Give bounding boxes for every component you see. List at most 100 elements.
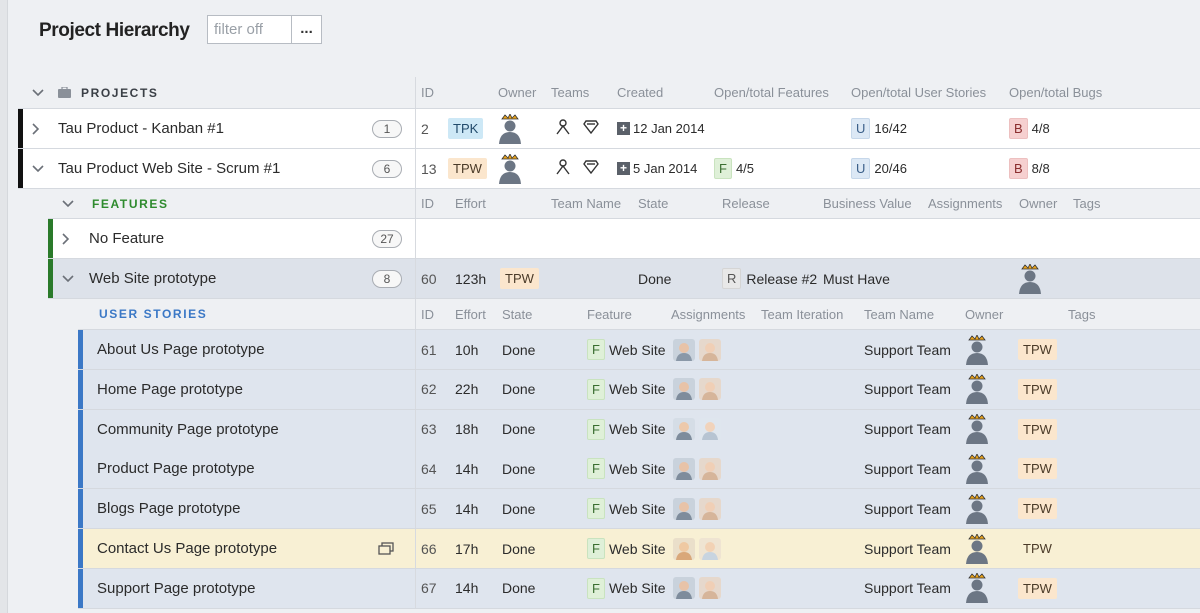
column-header[interactable]: Owner [965,299,1003,329]
project-row[interactable]: Tau Product Web Site - Scrum #1 6 13 TPW +5 … [18,149,1200,189]
feature-name[interactable]: No Feature [89,219,164,258]
user-story-name[interactable]: Contact Us Page prototype [97,529,277,568]
owner-avatar-icon[interactable] [964,452,990,484]
column-header[interactable]: Release [722,189,770,218]
tester-avatar[interactable] [699,378,721,401]
owner-cell [964,569,990,608]
tester-avatar[interactable] [699,537,721,560]
user-story-name[interactable]: About Us Page prototype [97,330,265,369]
owner-avatar-icon[interactable] [1017,262,1043,294]
chevron-down-icon[interactable] [62,189,76,218]
open-popup-icon[interactable] [378,529,394,568]
chevron-right-icon[interactable] [32,109,46,148]
column-header[interactable]: Teams [551,77,589,108]
tester-avatar[interactable] [699,457,721,480]
owner-avatar-icon[interactable] [964,413,990,445]
team-person-icon[interactable] [555,119,571,138]
column-header[interactable]: State [638,189,668,218]
user-story-row[interactable]: About Us Page prototype 61 10h Done F Web Sit… [78,330,1200,370]
owner-avatar-icon[interactable] [964,333,990,365]
column-header[interactable]: Tags [1073,189,1100,218]
tag-badge[interactable]: TPW [1018,418,1057,440]
developer-avatar[interactable] [673,457,695,480]
chevron-down-icon[interactable] [32,77,46,108]
feature-row[interactable]: No Feature 27 [48,219,1200,259]
column-header[interactable]: Team Name [551,189,621,218]
team-super-icon[interactable] [583,120,599,137]
feature-row[interactable]: Web Site prototype 8 60 123h TPW Done R Release… [48,259,1200,299]
developer-avatar[interactable] [673,497,695,520]
owner-avatar-icon[interactable] [497,112,523,144]
tag-badge[interactable]: TPW [1018,577,1057,599]
user-story-effort: 14h [455,460,479,477]
chevron-down-icon[interactable] [32,149,46,188]
developer-avatar[interactable] [673,338,695,361]
plus-icon[interactable]: + [617,162,630,175]
user-story-row[interactable]: Blogs Page prototype 65 14h Done F Web Site Su… [78,489,1200,530]
tester-avatar[interactable] [699,497,721,520]
user-story-name[interactable]: Home Page prototype [97,370,243,409]
developer-avatar[interactable] [673,537,695,560]
column-header[interactable]: Created [617,77,663,108]
tester-avatar[interactable] [699,577,721,600]
chevron-down-icon[interactable] [62,259,76,298]
owner-avatar-icon[interactable] [964,492,990,524]
developer-avatar[interactable] [673,577,695,600]
projects-header-row[interactable]: PROJECTS ID Owner Teams Created Open/total Fe… [18,77,1200,109]
user-story-row[interactable]: Home Page prototype 62 22h Done F Web Site Sup… [78,369,1200,410]
tag-badge[interactable]: TPW [1018,498,1057,520]
project-row[interactable]: Tau Product - Kanban #1 1 2 TPK +12 Jan 2014… [18,109,1200,149]
team-super-icon[interactable] [583,160,599,177]
plus-icon[interactable]: + [617,122,630,135]
more-options-button[interactable]: ... [291,15,322,44]
owner-cell [964,410,990,449]
owner-avatar-icon[interactable] [964,532,990,564]
user-story-name[interactable]: Blogs Page prototype [97,489,240,528]
column-header[interactable]: Assignments [928,189,1002,218]
user-story-name[interactable]: Community Page prototype [97,410,279,449]
column-header[interactable]: Team Iteration [761,299,843,329]
chevron-right-icon[interactable] [62,219,76,258]
column-header[interactable]: Open/total User Stories [851,77,986,108]
column-header[interactable]: Feature [587,299,632,329]
user-story-row[interactable]: Support Page prototype 67 14h Done F Web Site… [78,568,1200,609]
column-header[interactable]: Effort [455,189,486,218]
tester-avatar[interactable] [699,338,721,361]
user-stories-header-row[interactable]: USER STORIES ID Effort State Feature Assignme… [78,299,1200,330]
column-header[interactable]: Open/total Features [714,77,829,108]
developer-avatar[interactable] [673,378,695,401]
features-header-row[interactable]: FEATURES ID Effort Team Name State Release Bus… [48,189,1200,219]
filter-input[interactable]: filter off [207,15,292,44]
column-header[interactable]: Tags [1068,299,1095,329]
column-header[interactable]: Assignments [671,299,745,329]
column-header[interactable]: Owner [498,77,536,108]
developer-avatar[interactable] [673,418,695,441]
column-header[interactable]: ID [421,189,434,218]
column-header[interactable]: Effort [455,299,486,329]
column-header[interactable]: Open/total Bugs [1009,77,1102,108]
column-header[interactable]: Team Name [864,299,934,329]
owner-avatar-icon[interactable] [497,152,523,184]
column-header[interactable]: State [502,299,532,329]
release-badge: R [722,268,742,289]
column-header[interactable]: Owner [1019,189,1057,218]
owner-avatar-icon[interactable] [964,572,990,604]
user-story-row[interactable]: Product Page prototype 64 14h Done F Web Site… [78,449,1200,490]
tester-avatar[interactable] [699,418,721,441]
project-name[interactable]: Tau Product - Kanban #1 [58,109,224,148]
column-header[interactable]: ID [421,77,434,108]
user-story-row[interactable]: Community Page prototype 63 18h Done F Web Si… [78,409,1200,450]
tag-badge[interactable]: TPW [1018,378,1057,400]
feature-name[interactable]: Web Site prototype [89,259,216,298]
team-person-icon[interactable] [555,159,571,178]
user-story-row[interactable]: Contact Us Page prototype 66 17h Done F Web S… [78,529,1200,569]
owner-avatar-icon[interactable] [964,373,990,405]
user-story-name[interactable]: Support Page prototype [97,569,255,608]
tag-badge[interactable]: TPW [1018,538,1057,559]
tag-badge[interactable]: TPW [1018,339,1057,360]
column-header[interactable]: ID [421,299,434,329]
project-name[interactable]: Tau Product Web Site - Scrum #1 [58,149,280,188]
tag-badge[interactable]: TPW [1018,458,1057,480]
user-story-name[interactable]: Product Page prototype [97,449,255,488]
column-header[interactable]: Business Value [823,189,912,218]
